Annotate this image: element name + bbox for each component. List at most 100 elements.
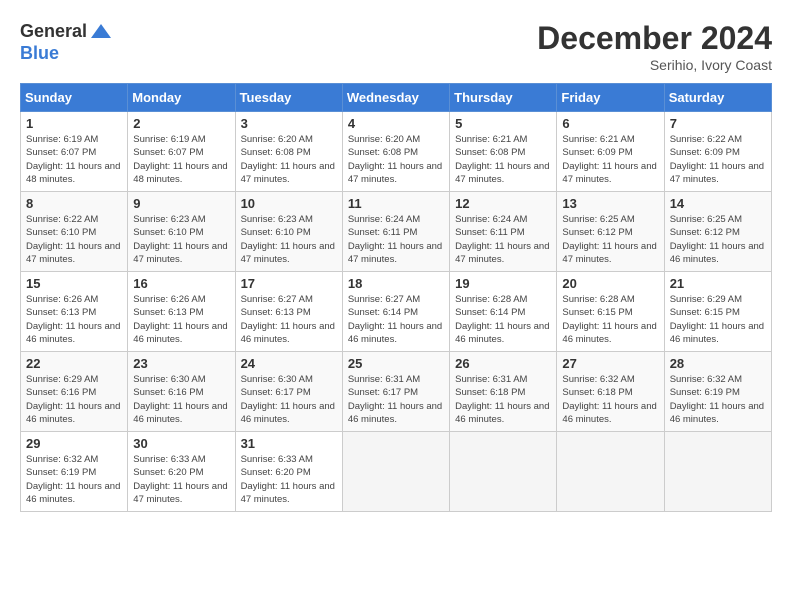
- day-info: Sunrise: 6:32 AMSunset: 6:19 PMDaylight:…: [670, 374, 764, 425]
- day-info: Sunrise: 6:25 AMSunset: 6:12 PMDaylight:…: [670, 214, 764, 265]
- calendar-cell: 17 Sunrise: 6:27 AMSunset: 6:13 PMDaylig…: [235, 272, 342, 352]
- calendar-cell: [450, 432, 557, 512]
- day-number: 1: [26, 116, 122, 131]
- calendar-cell: 22 Sunrise: 6:29 AMSunset: 6:16 PMDaylig…: [21, 352, 128, 432]
- day-number: 13: [562, 196, 658, 211]
- calendar-cell: 29 Sunrise: 6:32 AMSunset: 6:19 PMDaylig…: [21, 432, 128, 512]
- day-number: 21: [670, 276, 766, 291]
- day-number: 23: [133, 356, 229, 371]
- logo-blue-text: Blue: [20, 44, 113, 64]
- header-tuesday: Tuesday: [235, 84, 342, 112]
- day-info: Sunrise: 6:27 AMSunset: 6:14 PMDaylight:…: [348, 294, 442, 345]
- calendar-cell: 10 Sunrise: 6:23 AMSunset: 6:10 PMDaylig…: [235, 192, 342, 272]
- day-number: 4: [348, 116, 444, 131]
- day-info: Sunrise: 6:33 AMSunset: 6:20 PMDaylight:…: [241, 454, 335, 505]
- day-info: Sunrise: 6:26 AMSunset: 6:13 PMDaylight:…: [26, 294, 120, 345]
- calendar-cell: 16 Sunrise: 6:26 AMSunset: 6:13 PMDaylig…: [128, 272, 235, 352]
- day-info: Sunrise: 6:31 AMSunset: 6:18 PMDaylight:…: [455, 374, 549, 425]
- day-info: Sunrise: 6:23 AMSunset: 6:10 PMDaylight:…: [241, 214, 335, 265]
- day-info: Sunrise: 6:20 AMSunset: 6:08 PMDaylight:…: [241, 134, 335, 185]
- calendar-cell: 8 Sunrise: 6:22 AMSunset: 6:10 PMDayligh…: [21, 192, 128, 272]
- day-info: Sunrise: 6:22 AMSunset: 6:10 PMDaylight:…: [26, 214, 120, 265]
- header-saturday: Saturday: [664, 84, 771, 112]
- day-info: Sunrise: 6:26 AMSunset: 6:13 PMDaylight:…: [133, 294, 227, 345]
- calendar-cell: 21 Sunrise: 6:29 AMSunset: 6:15 PMDaylig…: [664, 272, 771, 352]
- day-info: Sunrise: 6:22 AMSunset: 6:09 PMDaylight:…: [670, 134, 764, 185]
- calendar-cell: 6 Sunrise: 6:21 AMSunset: 6:09 PMDayligh…: [557, 112, 664, 192]
- calendar-cell: [342, 432, 449, 512]
- day-number: 2: [133, 116, 229, 131]
- calendar-cell: 27 Sunrise: 6:32 AMSunset: 6:18 PMDaylig…: [557, 352, 664, 432]
- day-number: 29: [26, 436, 122, 451]
- header-friday: Friday: [557, 84, 664, 112]
- calendar-week-5: 29 Sunrise: 6:32 AMSunset: 6:19 PMDaylig…: [21, 432, 772, 512]
- day-number: 24: [241, 356, 337, 371]
- day-number: 15: [26, 276, 122, 291]
- day-info: Sunrise: 6:20 AMSunset: 6:08 PMDaylight:…: [348, 134, 442, 185]
- header-wednesday: Wednesday: [342, 84, 449, 112]
- day-number: 16: [133, 276, 229, 291]
- day-number: 10: [241, 196, 337, 211]
- calendar-cell: 18 Sunrise: 6:27 AMSunset: 6:14 PMDaylig…: [342, 272, 449, 352]
- location-subtitle: Serihio, Ivory Coast: [537, 57, 772, 73]
- calendar-cell: 28 Sunrise: 6:32 AMSunset: 6:19 PMDaylig…: [664, 352, 771, 432]
- calendar-cell: 14 Sunrise: 6:25 AMSunset: 6:12 PMDaylig…: [664, 192, 771, 272]
- day-info: Sunrise: 6:29 AMSunset: 6:16 PMDaylight:…: [26, 374, 120, 425]
- day-info: Sunrise: 6:19 AMSunset: 6:07 PMDaylight:…: [133, 134, 227, 185]
- day-number: 28: [670, 356, 766, 371]
- day-number: 14: [670, 196, 766, 211]
- calendar-cell: 30 Sunrise: 6:33 AMSunset: 6:20 PMDaylig…: [128, 432, 235, 512]
- calendar-cell: 26 Sunrise: 6:31 AMSunset: 6:18 PMDaylig…: [450, 352, 557, 432]
- calendar-cell: 12 Sunrise: 6:24 AMSunset: 6:11 PMDaylig…: [450, 192, 557, 272]
- day-number: 18: [348, 276, 444, 291]
- day-info: Sunrise: 6:30 AMSunset: 6:17 PMDaylight:…: [241, 374, 335, 425]
- calendar-cell: 24 Sunrise: 6:30 AMSunset: 6:17 PMDaylig…: [235, 352, 342, 432]
- calendar-cell: 20 Sunrise: 6:28 AMSunset: 6:15 PMDaylig…: [557, 272, 664, 352]
- calendar-table: SundayMondayTuesdayWednesdayThursdayFrid…: [20, 83, 772, 512]
- calendar-cell: 11 Sunrise: 6:24 AMSunset: 6:11 PMDaylig…: [342, 192, 449, 272]
- day-number: 27: [562, 356, 658, 371]
- day-info: Sunrise: 6:28 AMSunset: 6:15 PMDaylight:…: [562, 294, 656, 345]
- day-number: 31: [241, 436, 337, 451]
- calendar-week-2: 8 Sunrise: 6:22 AMSunset: 6:10 PMDayligh…: [21, 192, 772, 272]
- day-number: 26: [455, 356, 551, 371]
- day-info: Sunrise: 6:24 AMSunset: 6:11 PMDaylight:…: [455, 214, 549, 265]
- day-number: 6: [562, 116, 658, 131]
- calendar-cell: [557, 432, 664, 512]
- day-number: 20: [562, 276, 658, 291]
- day-number: 25: [348, 356, 444, 371]
- calendar-week-1: 1 Sunrise: 6:19 AMSunset: 6:07 PMDayligh…: [21, 112, 772, 192]
- calendar-cell: 23 Sunrise: 6:30 AMSunset: 6:16 PMDaylig…: [128, 352, 235, 432]
- day-number: 17: [241, 276, 337, 291]
- calendar-cell: 31 Sunrise: 6:33 AMSunset: 6:20 PMDaylig…: [235, 432, 342, 512]
- calendar-cell: 15 Sunrise: 6:26 AMSunset: 6:13 PMDaylig…: [21, 272, 128, 352]
- calendar-week-4: 22 Sunrise: 6:29 AMSunset: 6:16 PMDaylig…: [21, 352, 772, 432]
- day-number: 30: [133, 436, 229, 451]
- month-title: December 2024: [537, 20, 772, 57]
- day-number: 11: [348, 196, 444, 211]
- header-monday: Monday: [128, 84, 235, 112]
- day-info: Sunrise: 6:29 AMSunset: 6:15 PMDaylight:…: [670, 294, 764, 345]
- day-info: Sunrise: 6:28 AMSunset: 6:14 PMDaylight:…: [455, 294, 549, 345]
- day-number: 19: [455, 276, 551, 291]
- day-info: Sunrise: 6:24 AMSunset: 6:11 PMDaylight:…: [348, 214, 442, 265]
- day-info: Sunrise: 6:27 AMSunset: 6:13 PMDaylight:…: [241, 294, 335, 345]
- logo-icon: [89, 20, 113, 44]
- calendar-cell: 4 Sunrise: 6:20 AMSunset: 6:08 PMDayligh…: [342, 112, 449, 192]
- day-number: 9: [133, 196, 229, 211]
- page-header: General Blue December 2024 Serihio, Ivor…: [20, 20, 772, 73]
- day-info: Sunrise: 6:25 AMSunset: 6:12 PMDaylight:…: [562, 214, 656, 265]
- calendar-cell: [664, 432, 771, 512]
- calendar-cell: 2 Sunrise: 6:19 AMSunset: 6:07 PMDayligh…: [128, 112, 235, 192]
- calendar-header-row: SundayMondayTuesdayWednesdayThursdayFrid…: [21, 84, 772, 112]
- header-thursday: Thursday: [450, 84, 557, 112]
- logo: General Blue: [20, 20, 113, 64]
- day-info: Sunrise: 6:33 AMSunset: 6:20 PMDaylight:…: [133, 454, 227, 505]
- calendar-cell: 3 Sunrise: 6:20 AMSunset: 6:08 PMDayligh…: [235, 112, 342, 192]
- day-info: Sunrise: 6:32 AMSunset: 6:19 PMDaylight:…: [26, 454, 120, 505]
- calendar-cell: 7 Sunrise: 6:22 AMSunset: 6:09 PMDayligh…: [664, 112, 771, 192]
- day-number: 5: [455, 116, 551, 131]
- day-info: Sunrise: 6:31 AMSunset: 6:17 PMDaylight:…: [348, 374, 442, 425]
- day-info: Sunrise: 6:21 AMSunset: 6:09 PMDaylight:…: [562, 134, 656, 185]
- day-info: Sunrise: 6:32 AMSunset: 6:18 PMDaylight:…: [562, 374, 656, 425]
